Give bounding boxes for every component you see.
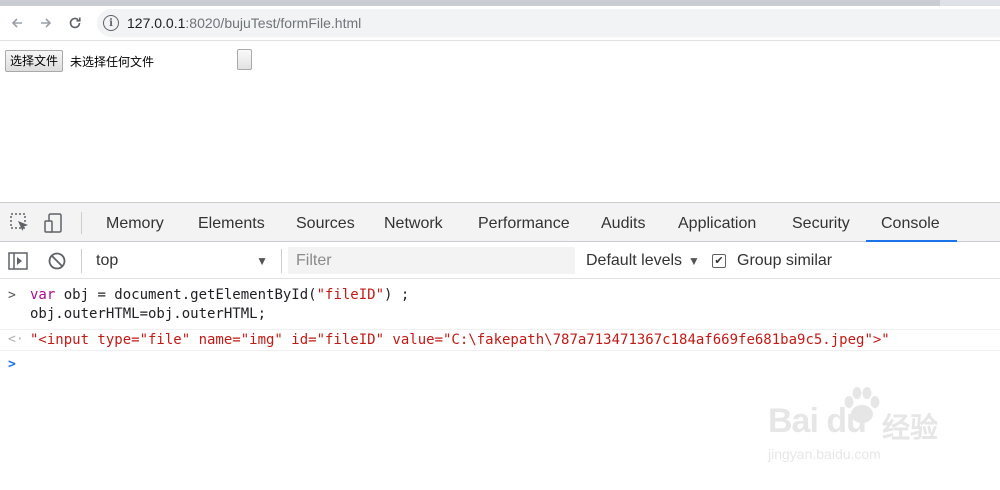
- forward-icon[interactable]: [34, 12, 58, 34]
- show-sidebar-icon[interactable]: [7, 250, 29, 272]
- input-code-line-1: var obj = document.getElementById("fileI…: [30, 286, 409, 305]
- inspect-element-icon[interactable]: [9, 212, 31, 234]
- devtools-tab-bar: Memory Elements Sources Network Performa…: [0, 203, 1000, 242]
- console-toolbar: top ▼ Default levels ▼ ✔ Group similar: [0, 243, 1000, 279]
- input-chevron-icon: >: [8, 288, 16, 303]
- code-end: ) ;: [384, 287, 410, 303]
- choose-file-button[interactable]: 选择文件: [5, 50, 64, 72]
- watermark-cn: 经验: [882, 411, 939, 444]
- url-text: 127.0.0.1:8020/bujuTest/formFile.html: [127, 15, 361, 31]
- keyword-var: var: [30, 287, 56, 303]
- context-selector[interactable]: top ▼: [88, 247, 276, 275]
- console-bar-separator: [81, 249, 82, 273]
- tab-bar-separator: [81, 212, 82, 234]
- watermark: Bai du 经验 jingyan.baidu.com: [760, 380, 950, 470]
- tab-elements[interactable]: Elements: [198, 203, 265, 242]
- browser-toolbar: i 127.0.0.1:8020/bujuTest/formFile.html: [0, 6, 1000, 41]
- log-levels-label: Default levels: [586, 252, 683, 269]
- console-input-message: > var obj = document.getElementById("fil…: [0, 286, 1000, 326]
- back-icon[interactable]: [5, 12, 29, 34]
- file-status-text: 未选择任何文件: [70, 55, 155, 69]
- info-icon[interactable]: i: [103, 15, 119, 31]
- watermark-brand: Bai du: [768, 402, 867, 440]
- empty-button[interactable]: [237, 49, 252, 70]
- result-text: "<input type="file" name="img" id="fileI…: [30, 332, 890, 348]
- url-path: :8020/bujuTest/formFile.html: [185, 15, 362, 31]
- watermark-url: jingyan.baidu.com: [768, 446, 881, 462]
- tab-application[interactable]: Application: [678, 203, 756, 242]
- console-prompt[interactable]: >: [0, 356, 1000, 378]
- console-result-message: <· "<input type="file" name="img" id="fi…: [0, 329, 1000, 351]
- console-bar-separator-2: [281, 249, 282, 273]
- tab-sources[interactable]: Sources: [296, 203, 355, 242]
- tab-performance[interactable]: Performance: [478, 203, 570, 242]
- filter-input[interactable]: [288, 247, 575, 274]
- tab-network[interactable]: Network: [384, 203, 443, 242]
- code-string: "fileID": [316, 287, 385, 303]
- clear-console-icon[interactable]: [46, 250, 68, 272]
- code-middle: obj = document.getElementById(: [55, 287, 317, 303]
- prompt-chevron-icon: >: [8, 357, 16, 372]
- log-levels-dropdown[interactable]: Default levels ▼: [586, 247, 700, 275]
- levels-arrow-icon: ▼: [688, 254, 700, 268]
- context-value: top: [96, 252, 119, 269]
- tab-security[interactable]: Security: [792, 203, 850, 242]
- tab-memory[interactable]: Memory: [106, 203, 164, 242]
- reload-icon[interactable]: [63, 12, 87, 34]
- input-code-line-2: obj.outerHTML=obj.outerHTML;: [30, 306, 267, 322]
- page-content: 选择文件 未选择任何文件: [0, 42, 1000, 202]
- tab-audits[interactable]: Audits: [601, 203, 645, 242]
- dropdown-arrow-icon: ▼: [256, 254, 268, 268]
- group-similar-toggle[interactable]: ✔ Group similar: [712, 247, 832, 275]
- tab-console[interactable]: Console: [866, 203, 957, 242]
- result-arrow-icon: <·: [8, 332, 24, 347]
- group-similar-checkbox[interactable]: ✔: [712, 254, 726, 268]
- group-similar-label: Group similar: [737, 252, 833, 269]
- device-toolbar-icon[interactable]: [43, 212, 65, 234]
- url-host: 127.0.0.1: [127, 15, 186, 31]
- address-bar[interactable]: i 127.0.0.1:8020/bujuTest/formFile.html: [97, 9, 1000, 37]
